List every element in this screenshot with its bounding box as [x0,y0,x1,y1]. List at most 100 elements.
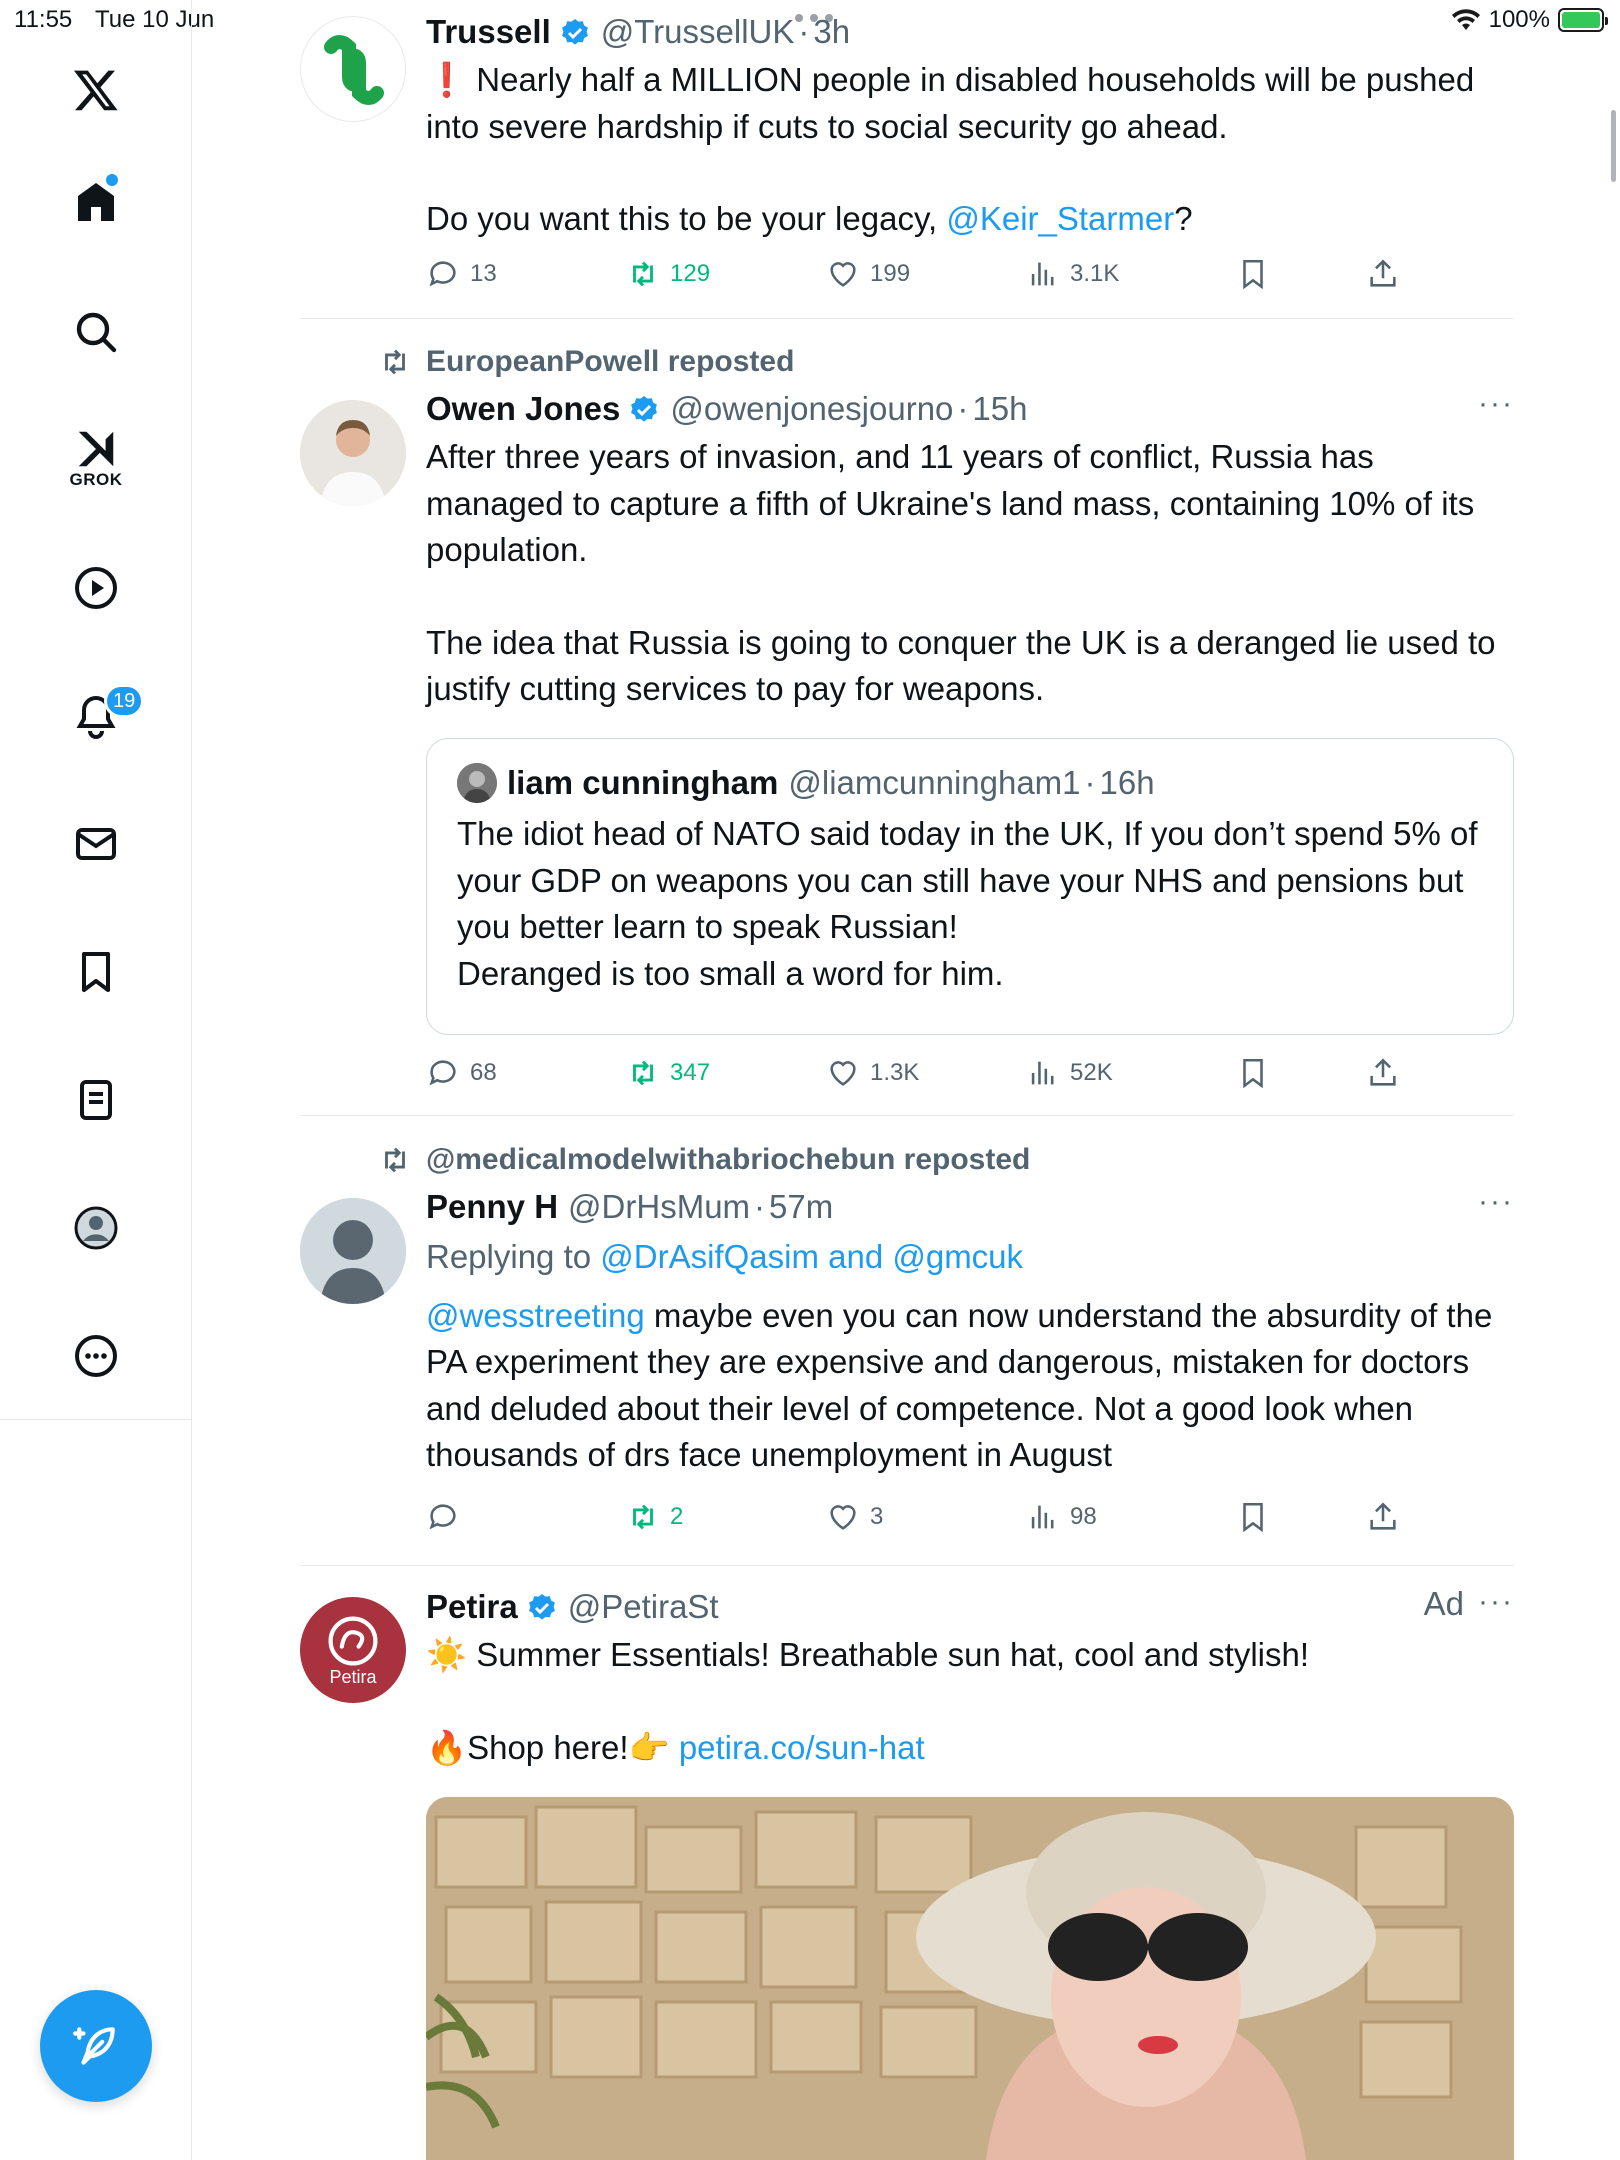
ad-media-image[interactable] [426,1797,1514,2160]
quoted-tweet[interactable]: liam cunningham @liamcunningham1 · 16h T… [426,738,1514,1035]
ad-tweet[interactable]: Petira Petira @PetiraSt Ad ··· ☀️ Summer… [300,1585,1514,2160]
reposted-by-label[interactable]: @medicalmodelwithabriochebun reposted [426,1143,1030,1177]
grok-label: GROK [69,470,123,489]
sidebar-item-more[interactable] [56,1316,136,1396]
tweet[interactable]: @medicalmodelwithabriochebun reposted Pe… [300,1143,1514,1543]
author-name[interactable]: Penny H [426,1185,558,1229]
profile-icon [74,1206,118,1250]
mention-link[interactable]: @wesstreeting [426,1297,645,1334]
separator-dot: · [754,1188,766,1225]
tweet-actions: 13 129 199 3.1K [426,257,1514,301]
like-count: 199 [870,260,911,287]
compose-button[interactable] [40,1990,152,2102]
new-posts-dot [106,174,118,186]
sidebar-item-messages[interactable] [56,804,136,884]
bookmark-icon [1243,259,1263,290]
share-button[interactable] [1366,1500,1400,1534]
x-logo-icon[interactable] [56,50,136,130]
share-button[interactable] [1366,1056,1400,1090]
view-count: 52K [1070,1059,1113,1086]
repost-icon [385,349,405,375]
tweet-header: Petira @PetiraSt [426,1585,1514,1629]
avatar[interactable]: Petira [300,1597,406,1703]
scroll-indicator[interactable] [1611,110,1616,182]
reply-count: 13 [470,260,497,287]
reply-icon [429,1504,456,1530]
views-button[interactable]: 98 [1026,1500,1097,1534]
ad-link[interactable]: petira.co/sun-hat [679,1729,925,1766]
bookmark-button[interactable] [1236,257,1270,291]
share-button[interactable] [1366,257,1400,291]
views-chart-icon [1031,1505,1054,1529]
like-count: 3 [870,1503,884,1530]
views-chart-icon [1031,1061,1054,1085]
quote-avatar [457,763,497,803]
sidebar-item-search[interactable] [56,292,136,372]
sidebar-item-bookmarks[interactable] [56,932,136,1012]
like-button[interactable]: 3 [826,1500,883,1534]
verified-badge-icon [631,396,658,422]
tweet-header: Trussell @TrussellUK · 3h [426,10,1514,54]
author-handle[interactable]: @TrussellUK [601,10,795,54]
more-options-icon[interactable]: ··· [1478,387,1514,421]
author-handle[interactable]: @PetiraSt [568,1585,719,1629]
notification-badge: 19 [104,684,145,718]
list-icon [80,1080,112,1120]
avatar[interactable] [300,1198,406,1304]
sidebar-item-profile[interactable] [56,1188,136,1268]
sidebar-item-lists[interactable] [56,1060,136,1140]
views-button[interactable]: 52K [1026,1056,1113,1090]
repost-button[interactable]: 129 [626,257,710,291]
author-name[interactable]: Trussell [426,10,551,54]
grok-icon [78,431,114,467]
tweet-header: Owen Jones @owenjonesjourno · 15h [426,387,1514,431]
bookmark-button[interactable] [1236,1500,1270,1534]
repost-button[interactable]: 347 [626,1056,710,1090]
trussell-logo-icon [324,35,384,105]
author-handle[interactable]: @owenjonesjourno [670,387,953,431]
author-handle[interactable]: @DrHsMum [568,1185,750,1229]
tweet-text: Do you want this to be your legacy, @Kei… [426,200,1193,237]
tweet-time[interactable]: 3h [813,10,850,54]
author-name[interactable]: Petira [426,1585,518,1629]
sidebar-item-grok[interactable]: GROK [56,418,136,498]
sidebar-item-videos[interactable] [56,548,136,628]
repost-button[interactable]: 2 [626,1500,683,1534]
heart-icon [830,262,856,287]
tweet-text: After three years of invasion, and 11 ye… [426,438,1475,568]
author-name[interactable]: Owen Jones [426,387,620,431]
share-icon [1370,1502,1396,1530]
sidebar-item-notifications[interactable]: 19 [56,676,145,756]
avatar[interactable] [300,400,406,506]
replying-to-links[interactable]: @DrAsifQasim and @gmcuk [600,1238,1023,1275]
tweet[interactable]: EuropeanPowell reposted Owen Jones @owen… [300,345,1514,1115]
views-button[interactable]: 3.1K [1026,257,1119,291]
bookmark-button[interactable] [1236,1056,1270,1090]
tweet[interactable]: Trussell @TrussellUK · 3h ❗ Nearly half … [300,10,1514,310]
reply-button[interactable]: 68 [426,1056,497,1090]
tweet-actions: 2 3 98 [426,1500,1514,1544]
like-button[interactable]: 1.3K [826,1056,919,1090]
sidebar-separator [0,1419,192,1420]
avatar-text: Petira [329,1666,377,1687]
avatar[interactable] [300,16,406,122]
sidebar: GROK 19 [0,0,192,2160]
sidebar-item-home[interactable] [56,162,136,242]
reply-button[interactable]: 13 [426,257,497,291]
reply-button[interactable] [426,1500,470,1534]
tweet-time[interactable]: 57m [769,1185,833,1229]
bookmark-icon [82,952,110,992]
mention-link[interactable]: @Keir_Starmer [946,200,1174,237]
tweet-header: Penny H @DrHsMum · 57m [426,1185,1514,1229]
tweet-time[interactable]: 15h [972,387,1027,431]
quote-time: 16h [1099,764,1155,801]
battery-icon [1558,8,1608,32]
reposted-by-label[interactable]: EuropeanPowell reposted [426,345,794,379]
more-options-icon[interactable]: ··· [1478,1185,1514,1219]
more-options-icon[interactable]: ··· [1478,1585,1514,1619]
tweet-divider [300,1115,1514,1116]
repost-context: EuropeanPowell reposted [378,345,794,379]
view-count: 3.1K [1070,260,1120,287]
bookmark-icon [1243,1058,1263,1089]
like-button[interactable]: 199 [826,257,910,291]
